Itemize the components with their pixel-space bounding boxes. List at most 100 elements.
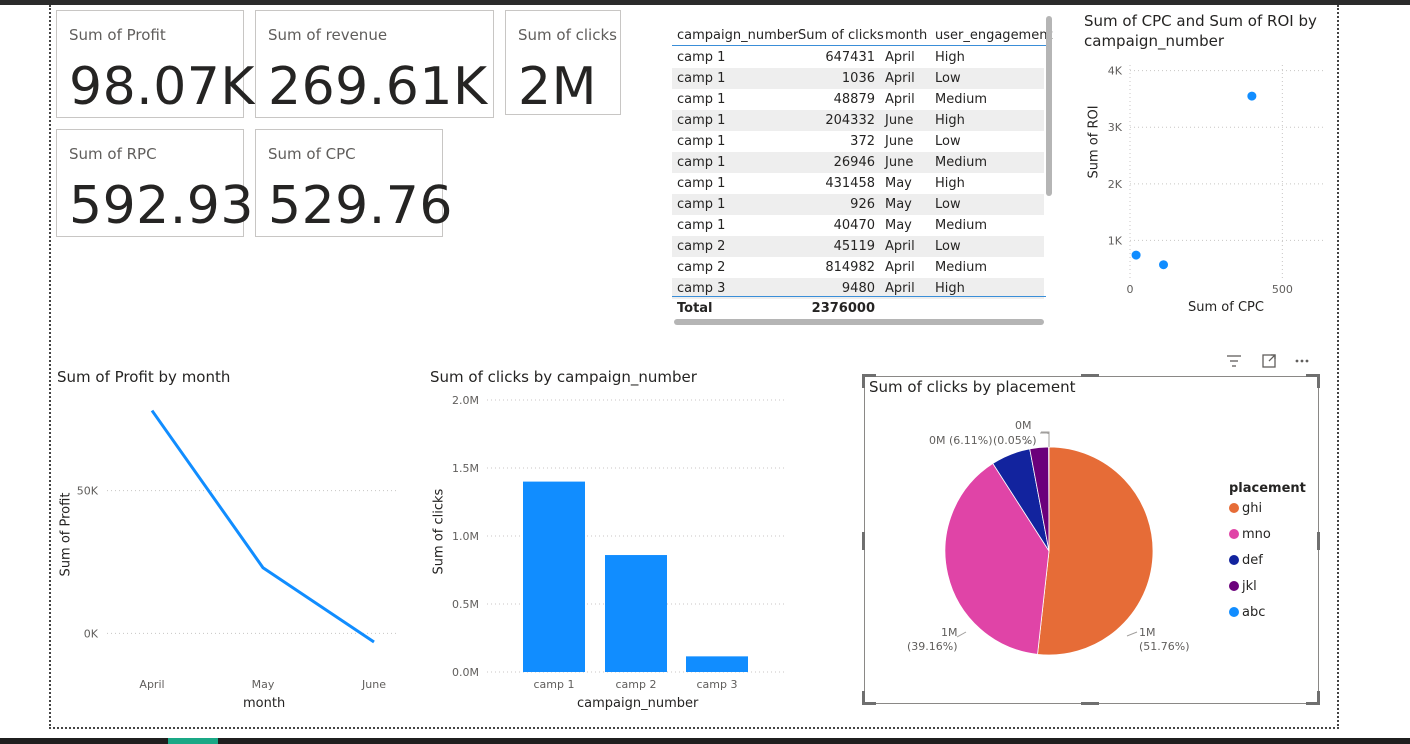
line-visual[interactable]: Sum of Profit by month Sum of Profit mon… <box>52 362 402 722</box>
resize-handle[interactable] <box>1317 532 1320 550</box>
cell-month: April <box>885 281 915 296</box>
cell-clicks: 1036 <box>841 71 875 86</box>
legend-marker-icon <box>1229 503 1239 513</box>
bottom-taskbar <box>0 738 1410 744</box>
scatter-plot-area[interactable]: 4K 3K 2K 1K 0 500 <box>1080 10 1335 320</box>
cell-clicks: 647431 <box>825 50 875 65</box>
line-plot-area[interactable]: 50K 0K April May June <box>52 362 402 722</box>
filter-icon[interactable] <box>1225 352 1243 370</box>
legend-item[interactable]: jkl <box>1229 579 1257 594</box>
cell-campaign: camp 2 <box>677 239 726 254</box>
table-row[interactable]: camp 1 926 May Low <box>672 194 1044 215</box>
bar[interactable] <box>523 481 585 672</box>
bar[interactable] <box>605 555 667 672</box>
cell-engagement: Medium <box>935 92 987 107</box>
card-sum-of-clicks[interactable]: Sum of clicks 2M <box>505 10 621 117</box>
resize-handle[interactable] <box>1317 374 1320 388</box>
card-value: 269.61K <box>268 57 488 117</box>
y-tick-label: 2.0M <box>452 394 479 407</box>
table-vertical-scrollbar[interactable] <box>1046 16 1052 196</box>
cell-campaign: camp 1 <box>677 50 726 65</box>
card-label: Sum of clicks <box>518 26 617 44</box>
table-row[interactable]: camp 1 647431 April High <box>672 47 1044 68</box>
leader-line <box>956 631 967 638</box>
card-sum-of-cpc[interactable]: Sum of CPC 529.76 <box>255 129 452 237</box>
y-tick-label: 1.5M <box>452 462 479 475</box>
y-tick-label: 1.0M <box>452 530 479 543</box>
column-header[interactable]: Sum of clicks <box>798 28 884 43</box>
more-options-icon[interactable] <box>1293 352 1311 370</box>
pie-data-label: 1M (39.16%) <box>907 626 958 653</box>
resize-handle[interactable] <box>862 532 865 550</box>
legend-item[interactable]: mno <box>1229 527 1271 542</box>
y-tick-label: 3K <box>1108 121 1123 134</box>
cell-campaign: camp 1 <box>677 197 726 212</box>
legend-item[interactable]: def <box>1229 553 1263 568</box>
cell-clicks: 45119 <box>833 239 875 254</box>
cell-campaign: camp 2 <box>677 260 726 275</box>
x-tick-label: 500 <box>1272 283 1293 296</box>
cell-month: June <box>885 155 914 170</box>
legend-label: def <box>1242 553 1263 568</box>
y-tick-label: 0K <box>84 627 99 640</box>
y-tick-label: 2K <box>1108 178 1123 191</box>
column-header[interactable]: month <box>885 28 927 43</box>
x-tick-label: camp 3 <box>697 678 738 691</box>
table-row[interactable]: camp 1 40470 May Medium <box>672 215 1044 236</box>
scatter-point[interactable] <box>1159 260 1169 270</box>
cell-clicks: 26946 <box>833 155 875 170</box>
table-row[interactable]: camp 1 372 June Low <box>672 131 1044 152</box>
cell-campaign: camp 1 <box>677 155 726 170</box>
legend-item[interactable]: abc <box>1229 605 1265 620</box>
table-row[interactable]: camp 1 204332 June High <box>672 110 1044 131</box>
x-tick-label: May <box>252 678 275 691</box>
legend-marker-icon <box>1229 581 1239 591</box>
cell-engagement: Medium <box>935 155 987 170</box>
active-page-tab[interactable] <box>168 738 218 744</box>
pie-data-label: 1M (51.76%) <box>1139 626 1190 653</box>
card-label: Sum of RPC <box>69 145 157 163</box>
bar[interactable] <box>686 656 748 672</box>
table-row[interactable]: camp 1 48879 April Medium <box>672 89 1044 110</box>
table-row[interactable]: camp 2 814982 April Medium <box>672 257 1044 278</box>
cell-campaign: camp 3 <box>677 281 726 296</box>
cell-campaign: camp 1 <box>677 134 726 149</box>
card-sum-of-rpc[interactable]: Sum of RPC 592.93 <box>56 129 253 237</box>
table-row[interactable]: camp 1 1036 April Low <box>672 68 1044 89</box>
bar-visual[interactable]: Sum of clicks by campaign_number Sum of … <box>425 362 795 722</box>
column-header[interactable]: campaign_number <box>677 28 798 43</box>
scatter-point[interactable] <box>1247 91 1257 101</box>
resize-handle[interactable] <box>1081 374 1099 377</box>
resize-handle[interactable] <box>862 691 865 705</box>
legend-label: jkl <box>1242 579 1257 594</box>
focus-mode-icon[interactable] <box>1260 352 1278 370</box>
table-row[interactable]: camp 1 431458 May High <box>672 173 1044 194</box>
cell-clicks: 204332 <box>825 113 875 128</box>
pie-slice[interactable] <box>1037 446 1154 656</box>
resize-handle[interactable] <box>862 374 865 388</box>
table-row[interactable]: camp 2 45119 April Low <box>672 236 1044 257</box>
scatter-point[interactable] <box>1131 250 1141 260</box>
cell-engagement: High <box>935 50 965 65</box>
campaign-table[interactable]: campaign_number Sum of clicks month user… <box>672 10 1053 330</box>
card-sum-of-revenue[interactable]: Sum of revenue 269.61K <box>255 10 494 118</box>
legend-item[interactable]: ghi <box>1229 501 1262 516</box>
scatter-visual[interactable]: Sum of CPC and Sum of ROI by campaign_nu… <box>1080 10 1335 320</box>
resize-handle[interactable] <box>1081 702 1099 705</box>
table-row[interactable]: camp 1 26946 June Medium <box>672 152 1044 173</box>
card-sum-of-profit[interactable]: Sum of Profit 98.07K <box>56 10 254 118</box>
table-horizontal-scrollbar[interactable] <box>674 319 1044 325</box>
y-tick-label: 50K <box>77 485 99 498</box>
card-label: Sum of CPC <box>268 145 356 163</box>
x-tick-label: camp 1 <box>534 678 575 691</box>
line-series[interactable] <box>150 409 375 644</box>
cell-engagement: Low <box>935 71 961 86</box>
x-tick-label: camp 2 <box>616 678 657 691</box>
bar-plot-area[interactable]: 2.0M 1.5M 1.0M 0.5M 0.0M camp 1 camp 2 camp 3 <box>425 362 795 722</box>
column-header[interactable]: user_engagement <box>935 28 1053 43</box>
pie-visual[interactable]: Sum of clicks by placement placement ghi… <box>862 374 1320 705</box>
cell-month: April <box>885 239 915 254</box>
resize-handle[interactable] <box>1317 691 1320 705</box>
y-tick-label: 0.5M <box>452 598 479 611</box>
table-header: campaign_number Sum of clicks month user… <box>672 18 1053 46</box>
